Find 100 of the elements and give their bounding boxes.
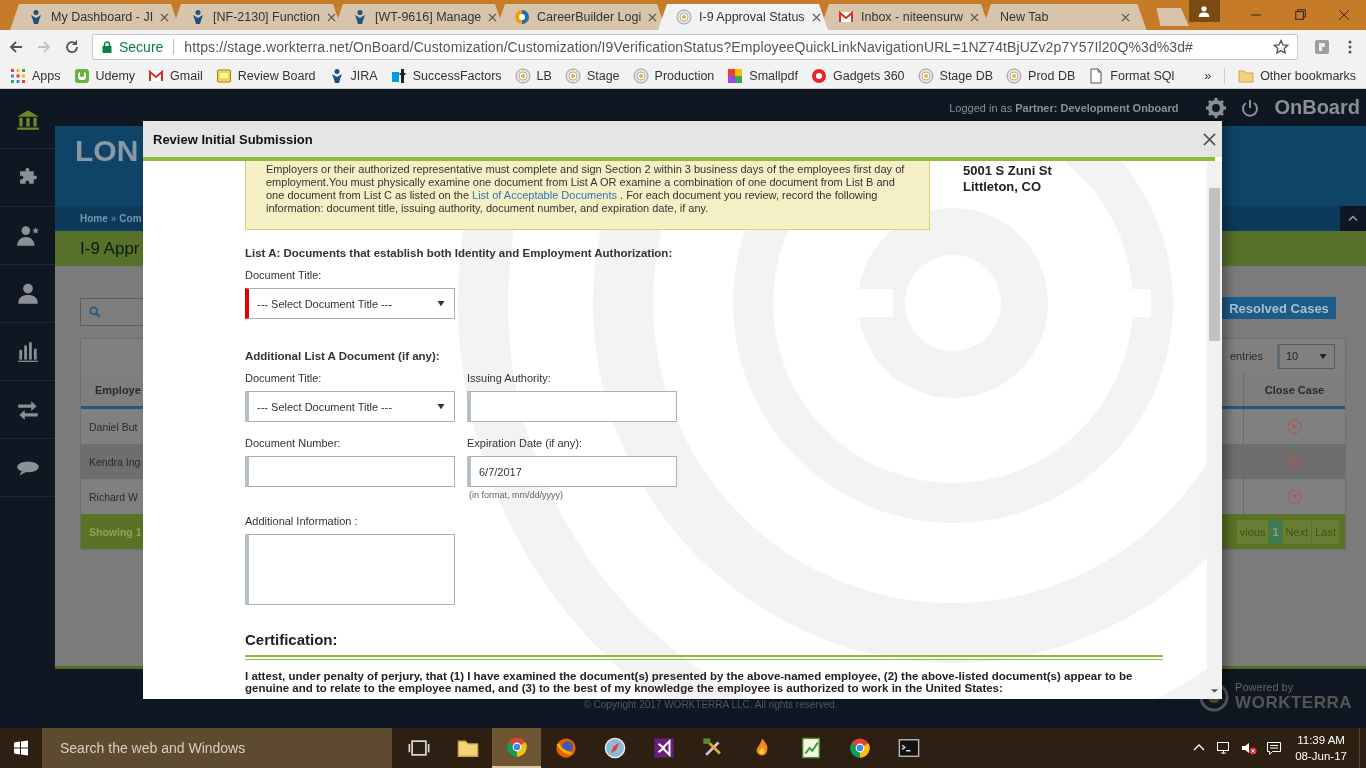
square-logo-icon — [390, 67, 407, 84]
close-icon[interactable] — [648, 12, 658, 22]
section-heading: Additional List A Document (if any): — [245, 349, 441, 363]
scroll-down-icon[interactable] — [1210, 688, 1219, 694]
bookmark[interactable]: Stage DB — [917, 67, 994, 84]
back-icon[interactable] — [8, 38, 24, 55]
field-label: Issuing Authority: — [467, 371, 552, 385]
bookmark[interactable]: Format SQl — [1088, 67, 1175, 84]
table-cell-text: Kendra Ing — [88, 455, 142, 468]
address-bar[interactable]: Secure https://stage.workterra.net/OnBoard/Customization/Customization/I9VerificationStatus?EmployeeQuickLinkNavigationURL=1NZ74tBjUZv2p7Y57Il20Q%3d%3d# — [92, 33, 1298, 60]
person-icon — [1198, 5, 1211, 17]
bookmark[interactable]: Gadgets 360 — [810, 67, 905, 84]
circle-logo-icon — [514, 67, 531, 84]
close-icon[interactable] — [811, 12, 821, 22]
reload-icon[interactable] — [64, 38, 80, 55]
bookmark[interactable]: JIRA — [328, 67, 378, 84]
circle-logo-icon — [676, 9, 692, 25]
select-field[interactable]: --- Select Document Title --- — [245, 391, 455, 422]
bookmark-folder[interactable]: Other bookmarks — [1238, 67, 1356, 84]
browser-icon — [505, 736, 528, 758]
square-logo-icon — [73, 67, 90, 84]
profile-button[interactable] — [1188, 0, 1220, 22]
page-size-select[interactable]: 10 — [1277, 343, 1335, 369]
format-hint: (in format, mm/dd/yyyy) — [468, 490, 564, 500]
app-icon — [652, 737, 675, 759]
scrollbar-thumb[interactable] — [1209, 188, 1220, 341]
close-icon[interactable] — [488, 12, 498, 22]
star-icon[interactable] — [1273, 38, 1289, 55]
volume-muted-icon[interactable] — [1241, 740, 1258, 756]
terminal-icon — [897, 737, 920, 759]
input-field[interactable]: 6/7/2017 — [467, 456, 677, 487]
mail-icon — [838, 9, 854, 25]
circle-logo-icon — [917, 67, 934, 84]
bookmark[interactable]: LB — [514, 67, 552, 84]
copyright-text: © Copyright 2017 WORKTERRA LLC. All rights reserved. — [583, 699, 838, 710]
showing-text: Showing 1 — [88, 525, 142, 538]
bookmark[interactable]: Production — [632, 67, 715, 84]
figure-logo-icon — [28, 9, 44, 25]
document-icon — [1088, 67, 1105, 84]
bookmark[interactable]: Apps — [10, 67, 61, 84]
powered-by-text: Powered by — [1235, 681, 1295, 693]
figure-logo-icon — [190, 9, 206, 25]
bookmark[interactable]: SuccessFactors — [390, 67, 502, 84]
circle-logo-icon — [1006, 67, 1023, 84]
circle-logo-icon — [514, 9, 530, 25]
folder-icon — [1238, 67, 1255, 84]
table-cell-text: Richard W — [88, 490, 139, 503]
windows-icon — [13, 740, 29, 756]
section-heading: Certification: — [245, 631, 339, 649]
search-icon — [89, 306, 101, 318]
url-text: https://stage.workterra.net/OnBoard/Customization/Customization/I9VerificationStatus?EmployeeQuickLinkNavigationURL=1NZ74tBjUZv2p7Y57Il20Q%3d%3d# — [184, 38, 1194, 55]
notification-icon[interactable] — [1266, 740, 1283, 756]
close-icon[interactable] — [1121, 12, 1131, 22]
search-field[interactable] — [80, 298, 143, 326]
breadcrumb-separator: » — [110, 213, 117, 224]
bookmark[interactable]: Prod DB — [1006, 67, 1076, 84]
field-label: Document Number: — [245, 436, 342, 450]
more-bookmarks-button[interactable]: » — [1204, 68, 1212, 83]
settings-icon[interactable] — [1206, 97, 1227, 118]
breadcrumb-link[interactable]: Com — [119, 213, 142, 224]
address-line: Littleton, CO — [963, 179, 1042, 195]
column-header[interactable]: Employe — [81, 383, 144, 396]
close-icon[interactable] — [1203, 132, 1216, 146]
field-label: Additional Information : — [245, 514, 359, 528]
input-field[interactable] — [467, 391, 677, 422]
documents-link[interactable]: List of Acceptable Documents — [472, 189, 617, 201]
input-field[interactable] — [245, 456, 455, 487]
field-label: Document Title: — [245, 268, 323, 282]
bookmark[interactable]: Gmail — [148, 67, 203, 84]
browser-tab[interactable]: I-9 Approval Status — [658, 4, 828, 30]
logged-in-text: Logged in as Partner: Development Onboard — [949, 101, 1179, 114]
power-icon[interactable] — [1240, 97, 1261, 118]
breadcrumb-link[interactable]: Home — [80, 213, 108, 224]
chart-icon — [799, 737, 822, 759]
instructions-text: Employers or their authorized representative must complete and sign Section 2 within 3 business days of the employees first day of employment.You must physically examine one document from List A OR examine a combination of one document from List B and one document from List C as listed on the List of Acceptable Documents . For each document you review, record the following information: document title, issuing authority, document number, and expiration date, if any. — [245, 161, 930, 230]
section-heading: List A: Documents that establish both Identity and Employment Authorization: — [245, 246, 674, 260]
dialog-title: Review Initial Submission — [153, 131, 313, 147]
bookmark[interactable]: Smallpdf — [727, 67, 798, 84]
mail-icon — [148, 67, 165, 84]
close-icon[interactable] — [327, 12, 336, 22]
search-field[interactable]: Search the web and Windows — [42, 728, 392, 768]
select-field[interactable]: --- Select Document Title --- — [245, 288, 455, 319]
close-icon[interactable] — [160, 12, 170, 22]
resolved-cases-button[interactable]: Resolved Cases — [1222, 297, 1336, 319]
scrollbar[interactable] — [1207, 161, 1222, 699]
powered-brand-text: WORKTERRA — [1235, 693, 1352, 713]
field-label: Document Title: — [245, 371, 323, 385]
grid-icon — [10, 67, 26, 84]
close-icon[interactable] — [970, 12, 980, 22]
field-label: Expiration Date (if any): — [467, 436, 583, 450]
task-view-icon — [407, 737, 430, 759]
color-grid-icon — [727, 67, 744, 84]
bookmark[interactable]: Udemy — [73, 67, 136, 84]
column-header[interactable]: Close Case — [1244, 383, 1345, 396]
bookmark[interactable]: Stage — [564, 67, 620, 84]
bookmark[interactable]: Review Board — [215, 67, 316, 84]
figure-logo-icon — [352, 9, 368, 25]
collapse-button[interactable] — [1340, 206, 1366, 231]
clock-date: 08-Jun-17 — [1295, 749, 1347, 764]
caret-icon — [1348, 215, 1358, 222]
